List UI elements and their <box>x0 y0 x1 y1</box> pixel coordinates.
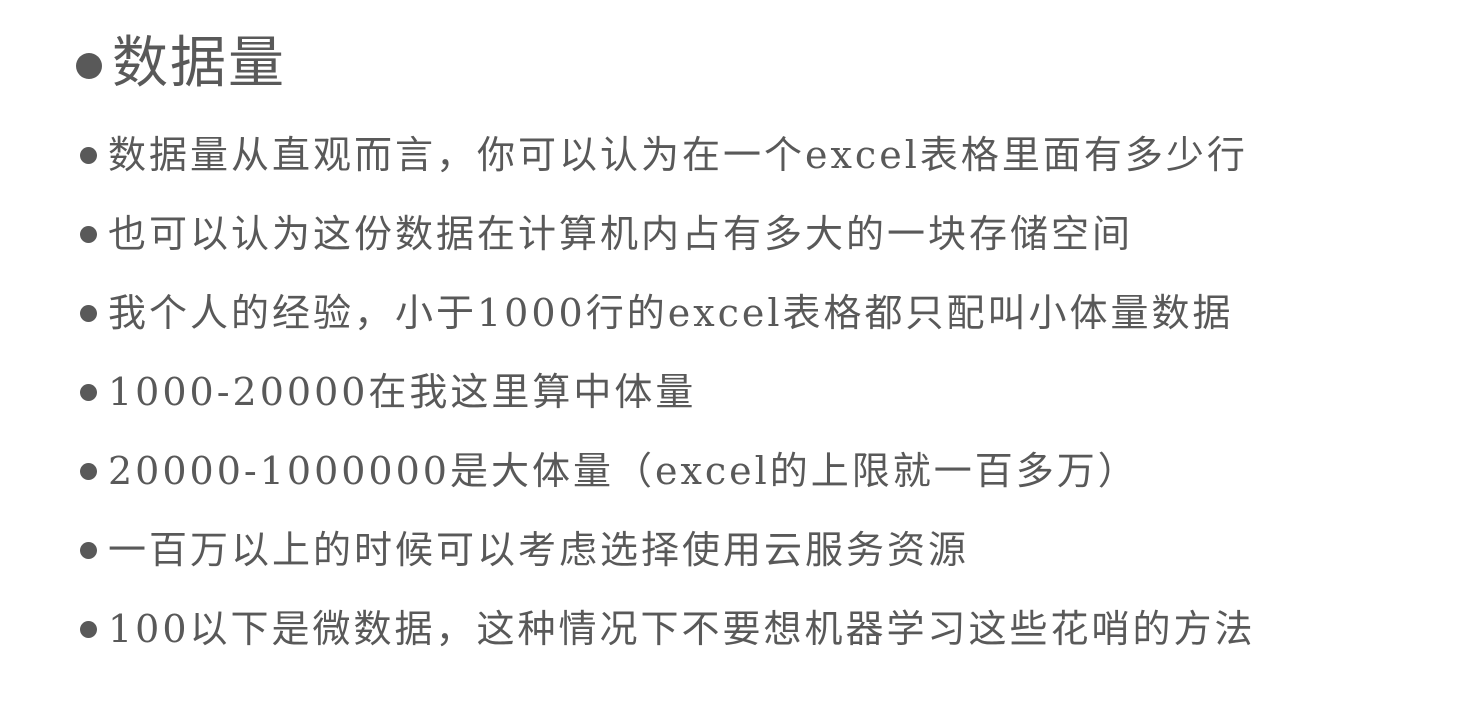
bullet-dot-icon <box>80 305 97 322</box>
bullet-item: 20000-1000000是大体量（excel的上限就一百多万） <box>80 432 1256 511</box>
bullet-item: 100以下是微数据，这种情况下不要想机器学习这些花哨的方法 <box>80 590 1256 669</box>
bullet-text: 1000-20000在我这里算中体量 <box>108 370 697 414</box>
bullet-dot-icon <box>80 463 97 480</box>
bullet-item: 数据量从直观而言，你可以认为在一个excel表格里面有多少行 <box>80 116 1256 195</box>
bullet-item: 我个人的经验，小于1000行的excel表格都只配叫小体量数据 <box>80 274 1256 353</box>
bullet-text: 100以下是微数据，这种情况下不要想机器学习这些花哨的方法 <box>108 607 1256 651</box>
bullet-dot-icon <box>80 384 97 401</box>
bullet-item: 1000-20000在我这里算中体量 <box>80 353 1256 432</box>
bullet-dot-icon <box>80 226 97 243</box>
bullet-text: 我个人的经验，小于1000行的excel表格都只配叫小体量数据 <box>108 291 1234 335</box>
bullet-text: 数据量从直观而言，你可以认为在一个excel表格里面有多少行 <box>108 133 1248 177</box>
bullet-dot-icon <box>80 542 97 559</box>
bullet-item: 一百万以上的时候可以考虑选择使用云服务资源 <box>80 511 1256 590</box>
bullet-dot-icon <box>80 621 97 638</box>
bullet-text: 也可以认为这份数据在计算机内占有多大的一块存储空间 <box>108 212 1134 256</box>
bullet-item: 也可以认为这份数据在计算机内占有多大的一块存储空间 <box>80 195 1256 274</box>
slide-title-row: 数据量 <box>76 28 286 100</box>
slide-title: 数据量 <box>112 31 286 96</box>
slide: 数据量 数据量从直观而言，你可以认为在一个excel表格里面有多少行 也可以认为… <box>0 0 1464 705</box>
title-bullet-icon <box>76 53 102 79</box>
bullet-text: 一百万以上的时候可以考虑选择使用云服务资源 <box>108 528 970 572</box>
bullet-text: 20000-1000000是大体量（excel的上限就一百多万） <box>108 449 1139 493</box>
bullet-list: 数据量从直观而言，你可以认为在一个excel表格里面有多少行 也可以认为这份数据… <box>80 116 1256 669</box>
bullet-dot-icon <box>80 147 97 164</box>
